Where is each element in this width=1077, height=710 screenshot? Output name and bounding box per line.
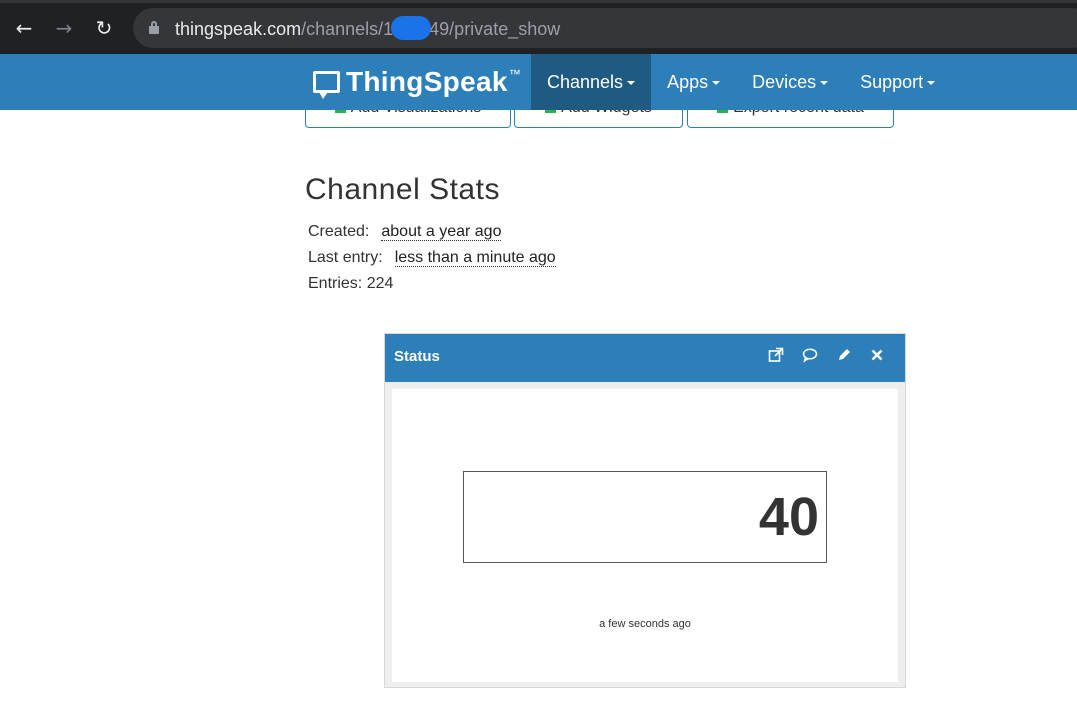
pencil-icon[interactable] <box>835 347 853 365</box>
status-widget: Status 40 a few seconds ago <box>384 333 906 688</box>
created-label: Created: <box>308 223 370 240</box>
last-entry-label: Last entry: <box>308 249 383 266</box>
channel-stats-title: Channel Stats <box>305 173 500 206</box>
brand-trademark: ™ <box>508 67 521 81</box>
menu-channels[interactable]: Channels <box>531 54 652 110</box>
reload-icon[interactable]: ↻ <box>92 16 116 40</box>
status-value-box: 40 <box>463 471 827 563</box>
created-value[interactable]: about a year ago <box>381 223 502 241</box>
comment-icon[interactable] <box>801 347 819 365</box>
menu-apps[interactable]: Apps <box>651 54 736 110</box>
status-widget-title: Status <box>394 348 440 365</box>
speech-bubble-icon <box>313 71 340 99</box>
address-bar[interactable]: thingspeak.com/channels/1 49/private_show <box>133 8 1077 48</box>
menu-devices-label: Devices <box>752 72 817 92</box>
caret-down-icon <box>927 81 936 86</box>
menu-support-label: Support <box>860 72 924 92</box>
url-text[interactable]: thingspeak.com/channels/1 49/private_show <box>175 16 561 42</box>
entries-count: Entries: 224 <box>308 275 394 292</box>
thingspeak-navbar: ThingSpeak ™ Channels Apps Devices Suppor… <box>0 54 1077 110</box>
status-widget-header: Status <box>385 334 905 382</box>
external-link-icon[interactable] <box>767 347 785 365</box>
menu-apps-label: Apps <box>667 72 709 92</box>
url-path-prefix: /channels/1 <box>301 18 394 39</box>
brand-logo[interactable]: ThingSpeak ™ <box>313 66 521 99</box>
status-value: 40 <box>758 487 819 547</box>
menu-support[interactable]: Support <box>844 54 951 110</box>
url-path-suffix: 49/private_show <box>429 18 561 39</box>
caret-down-icon <box>627 81 636 86</box>
status-timestamp: a few seconds ago <box>599 618 691 630</box>
forward-arrow-icon[interactable]: → <box>52 16 76 40</box>
created-row: Created: about a year ago <box>308 223 502 241</box>
caret-down-icon <box>712 81 721 86</box>
last-entry-value[interactable]: less than a minute ago <box>394 249 556 267</box>
close-icon[interactable] <box>868 347 886 365</box>
status-widget-body: 40 a few seconds ago <box>392 389 898 682</box>
redaction-mark <box>391 16 432 40</box>
menu-devices[interactable]: Devices <box>736 54 844 110</box>
url-host: thingspeak.com <box>175 18 302 39</box>
menu-channels-label: Channels <box>547 72 624 92</box>
browser-toolbar: ← → ↻ thingspeak.com/channels/1 49/privat… <box>0 0 1077 54</box>
caret-down-icon <box>820 81 829 86</box>
last-entry-row: Last entry: less than a minute ago <box>308 249 556 267</box>
lock-icon[interactable] <box>149 21 159 34</box>
main-menu: Channels Apps Devices Support <box>531 54 951 110</box>
brand-name: ThingSpeak <box>346 66 508 97</box>
back-arrow-icon[interactable]: ← <box>12 16 36 40</box>
